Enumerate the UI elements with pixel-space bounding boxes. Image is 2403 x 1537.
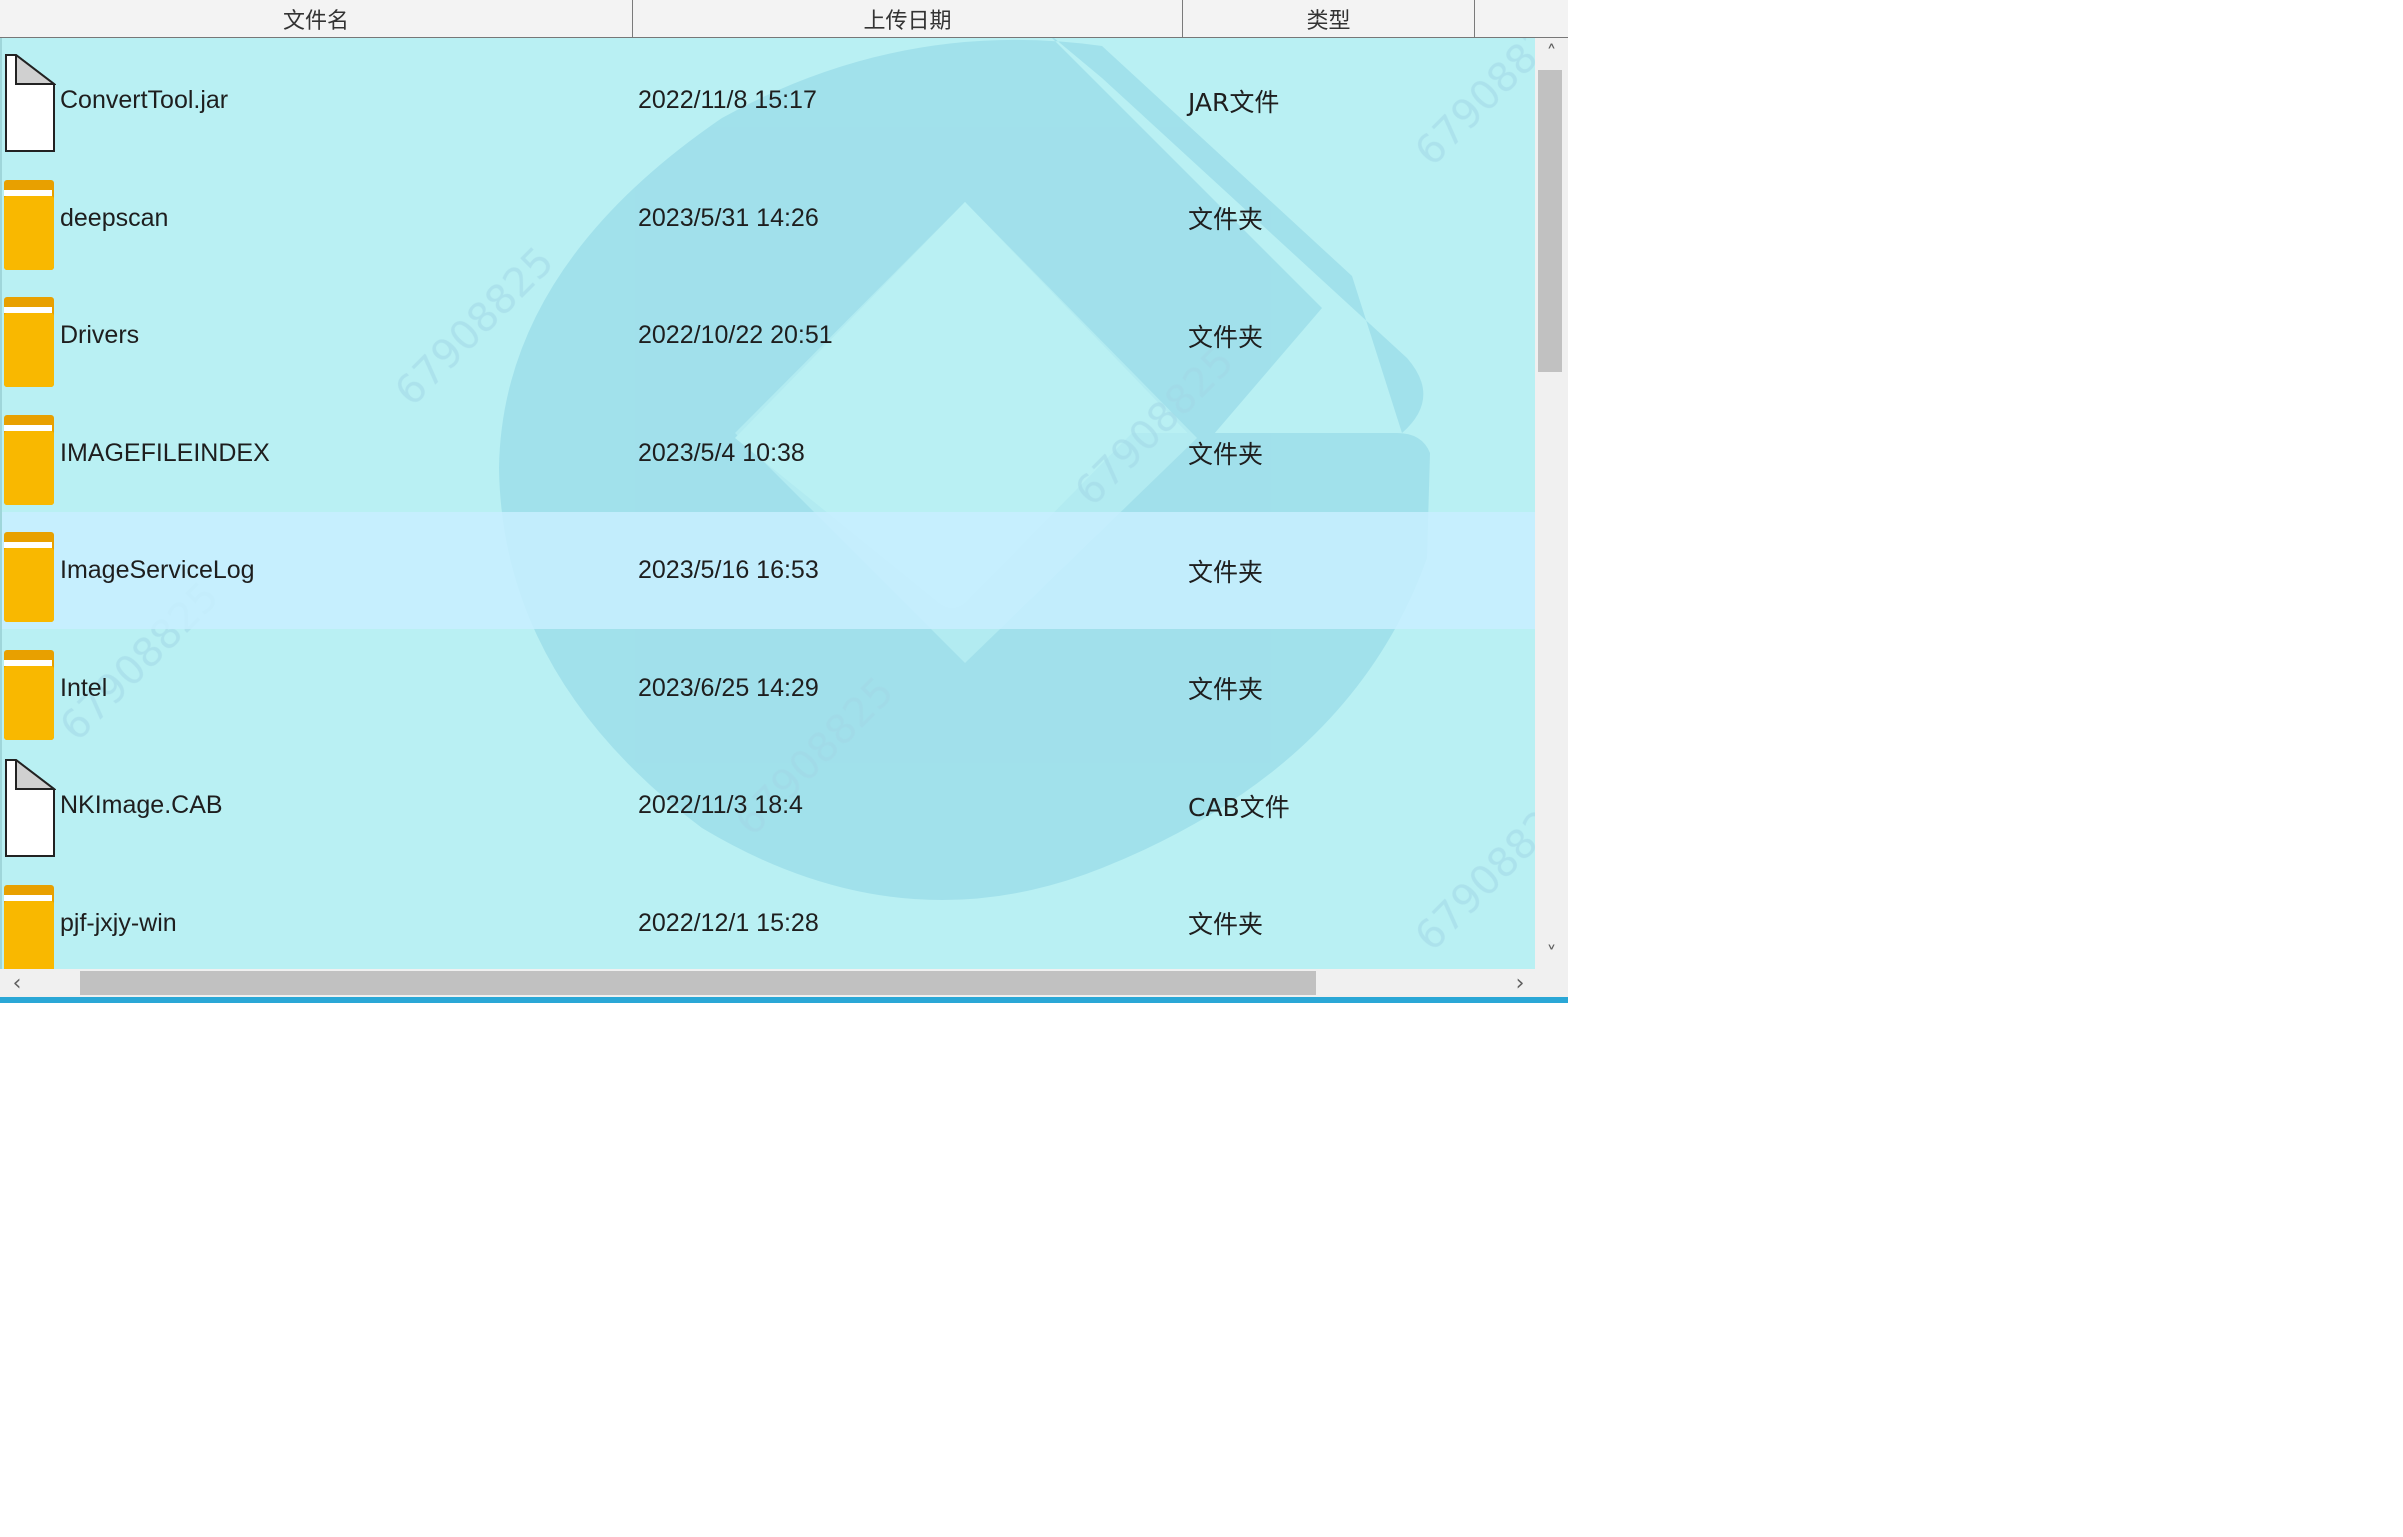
vertical-scroll-thumb[interactable] [1538, 70, 1562, 372]
file-list: 67908825 67908825 67908825 67908825 6790… [0, 38, 1535, 969]
folder-icon [4, 532, 54, 622]
file-type: 文件夹 [1188, 675, 1264, 704]
file-row[interactable]: NKImage.CAB 2022/11/3 18:4 CAB文件 [2, 747, 1535, 864]
file-name[interactable]: ConvertTool.jar [60, 42, 228, 159]
file-row[interactable]: IMAGEFILEINDEX 2023/5/4 10:38 文件夹 [2, 395, 1535, 512]
vertical-scrollbar[interactable]: ˄ ˅ [1535, 38, 1568, 969]
file-icon [5, 52, 57, 152]
file-icon [5, 757, 57, 857]
folder-icon [4, 649, 54, 740]
scroll-down-arrow-icon[interactable]: ˅ [1535, 939, 1568, 969]
file-name[interactable]: ImageServiceLog [60, 512, 255, 629]
column-header-upload-date[interactable]: 上传日期 [633, 0, 1183, 37]
file-row[interactable]: Intel 2023/6/25 14:29 文件夹 [2, 630, 1535, 747]
file-icon [4, 52, 57, 152]
scroll-right-arrow-icon[interactable]: › [1505, 969, 1535, 997]
folder-icon [4, 884, 54, 969]
folder-icon [4, 642, 56, 740]
horizontal-scrollbar[interactable]: ‹ › [0, 969, 1535, 997]
upload-date: 2022/11/3 18:4 [638, 791, 803, 819]
upload-date: 2023/5/16 16:53 [638, 556, 819, 584]
file-type: 文件夹 [1188, 557, 1264, 587]
file-row[interactable]: ConvertTool.jar 2022/11/8 15:17 JAR文件 [2, 42, 1535, 159]
file-row[interactable]: pjf-jxjy-win 2022/12/1 15:28 文件夹 [2, 865, 1535, 970]
scrollbar-corner [1535, 969, 1568, 997]
file-name[interactable]: NKImage.CAB [60, 747, 223, 864]
file-row[interactable]: Drivers 2022/10/22 20:51 文件夹 [2, 277, 1535, 394]
column-header-type[interactable]: 类型 [1183, 0, 1475, 37]
file-name[interactable]: pjf-jxjy-win [60, 865, 177, 970]
file-type: 文件夹 [1188, 440, 1264, 469]
file-name[interactable]: deepscan [60, 160, 168, 277]
file-name[interactable]: IMAGEFILEINDEX [60, 395, 270, 512]
folder-icon [4, 524, 56, 622]
folder-icon [4, 407, 56, 505]
column-header-extra [1475, 0, 1568, 37]
upload-date: 2023/6/25 14:29 [638, 673, 819, 702]
file-row[interactable]: ImageServiceLog 2023/5/16 16:53 文件夹 [2, 512, 1535, 629]
scroll-left-arrow-icon[interactable]: ‹ [2, 969, 32, 997]
folder-icon [4, 877, 56, 969]
horizontal-scroll-thumb[interactable] [80, 971, 1316, 995]
upload-date: 2023/5/31 14:26 [638, 203, 819, 232]
folder-icon [4, 414, 54, 505]
file-type: JAR文件 [1188, 87, 1280, 117]
file-type: 文件夹 [1188, 205, 1264, 234]
bottom-accent-bar [0, 997, 1568, 1003]
file-type: CAB文件 [1188, 792, 1290, 822]
file-type: 文件夹 [1188, 322, 1264, 352]
folder-icon [4, 179, 54, 270]
folder-icon [4, 297, 54, 387]
scroll-up-arrow-icon[interactable]: ˄ [1535, 38, 1568, 68]
file-type: 文件夹 [1188, 910, 1264, 939]
file-icon [4, 757, 57, 857]
upload-date: 2023/5/4 10:38 [638, 438, 805, 467]
folder-icon [4, 172, 56, 270]
upload-date: 2022/12/1 15:28 [638, 908, 819, 937]
column-header-bar: 文件名 上传日期 类型 [0, 0, 1568, 38]
folder-icon [4, 289, 56, 387]
upload-date: 2022/10/22 20:51 [638, 321, 833, 349]
column-header-name[interactable]: 文件名 [0, 0, 633, 37]
file-row[interactable]: deepscan 2023/5/31 14:26 文件夹 [2, 160, 1535, 277]
file-name[interactable]: Intel [60, 630, 107, 747]
upload-date: 2022/11/8 15:17 [638, 86, 817, 114]
file-name[interactable]: Drivers [60, 277, 139, 394]
